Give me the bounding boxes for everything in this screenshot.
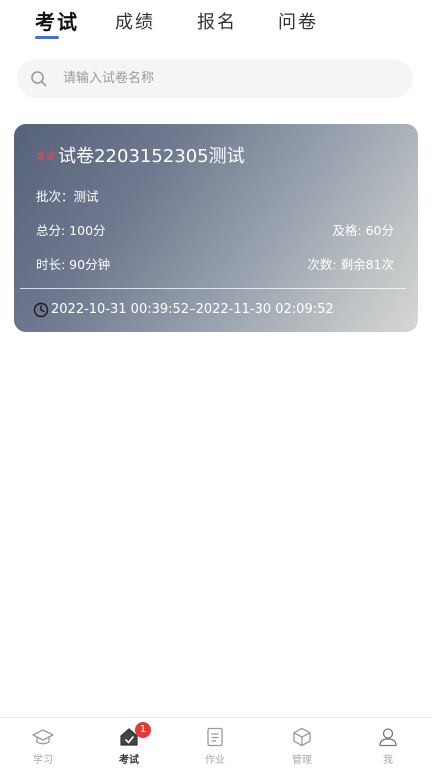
- nav-item-homework[interactable]: 作业: [185, 718, 245, 769]
- search-input[interactable]: [63, 59, 403, 98]
- graduation-cap-icon: [32, 729, 54, 745]
- cube-icon: [293, 727, 311, 747]
- exam-title-text: 试卷2203152305测试: [58, 146, 245, 167]
- exam-notification-badge: 1: [135, 722, 151, 738]
- nav-item-manage[interactable]: 管理: [272, 718, 332, 769]
- nav-item-me[interactable]: 我: [358, 718, 418, 769]
- top-tab-bar: 考试 成绩 报名 问卷: [0, 0, 432, 44]
- search-bar[interactable]: [17, 59, 413, 98]
- tab-registration[interactable]: 报名: [197, 8, 237, 34]
- exam-pass-score: 及格: 60分: [332, 223, 394, 238]
- tab-questionnaire[interactable]: 问卷: [278, 8, 318, 34]
- nav-label-study: 学习: [33, 755, 53, 766]
- tab-exam[interactable]: 考试: [35, 6, 79, 35]
- nav-item-study[interactable]: 学习: [13, 718, 73, 769]
- user-icon: [379, 728, 397, 747]
- bottom-nav: 学习 1 考试 作业 管理 我: [0, 717, 432, 769]
- nav-label-manage: 管理: [292, 755, 312, 766]
- exam-total-score: 总分: 100分: [36, 223, 106, 238]
- nav-label-exam: 考试: [119, 755, 139, 766]
- clock-icon: [33, 302, 49, 318]
- search-icon: [31, 71, 47, 87]
- nav-label-homework: 作业: [205, 755, 225, 766]
- exam-batch: 批次：测试: [36, 189, 99, 204]
- exam-attempts: 次数: 剩余81次: [307, 257, 394, 272]
- card-divider: [20, 288, 406, 289]
- nav-item-exam[interactable]: 1 考试: [99, 718, 159, 769]
- exam-time-range: 2022-10-31 00:39:52–2022-11-30 02:09:52: [51, 302, 334, 317]
- active-tab-indicator: [35, 36, 59, 39]
- nav-label-me: 我: [383, 755, 393, 766]
- exam-tag: ##: [36, 149, 57, 163]
- exam-card[interactable]: ## 试卷2203152305测试 批次：测试 总分: 100分 及格: 60分 …: [14, 124, 418, 332]
- exam-duration: 时长: 90分钟: [36, 257, 111, 272]
- document-icon: [207, 727, 223, 747]
- exam-title: ## 试卷2203152305测试: [36, 142, 245, 168]
- tab-scores[interactable]: 成绩: [115, 8, 155, 34]
